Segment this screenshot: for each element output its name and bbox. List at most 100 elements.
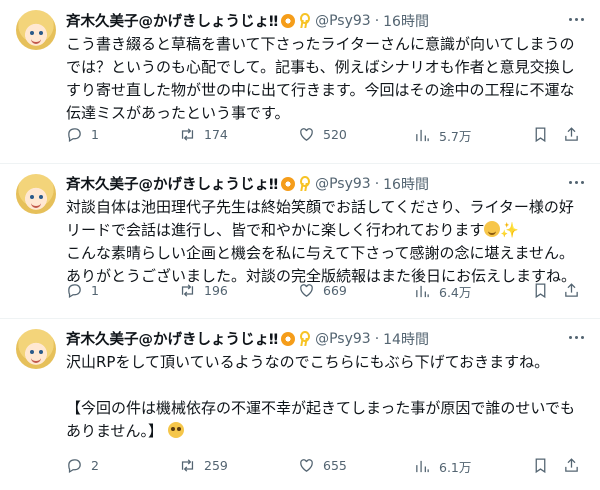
views-button[interactable]: 5.7万: [414, 126, 471, 145]
share-icon: [565, 127, 578, 141]
reply-button[interactable]: 1: [66, 126, 99, 143]
tweet-line: 伝達ミスがあったという事です。: [66, 104, 290, 122]
like-button[interactable]: 520: [298, 126, 347, 143]
avatar[interactable]: [16, 174, 56, 214]
separator-dot: ·: [374, 175, 380, 192]
views-icon: [416, 460, 429, 473]
flower-badge-icon: [281, 331, 296, 346]
user-handle[interactable]: @Psy93: [315, 331, 371, 347]
tweet[interactable]: 斉木久美子@かげきしょうじょ‼ @Psy93 · 16時間 こう書き綴ると草稿を…: [0, 0, 600, 164]
views-button[interactable]: 6.4万: [414, 282, 471, 301]
bookmark-button[interactable]: [532, 457, 549, 474]
flower-badge-icon: [281, 176, 296, 191]
share-button[interactable]: [563, 282, 580, 299]
tweet-actions: 1 196 669 6.4万: [66, 282, 586, 302]
tweet-line: ありません。】: [66, 420, 586, 443]
tweet-line: 沢山RPをして頂いているようなのでこちらにもぶら下げておきますね。: [66, 353, 550, 371]
reply-button[interactable]: 2: [66, 457, 99, 474]
reply-button[interactable]: 1: [66, 282, 99, 299]
tweet-actions: 1 174 520 5.7万: [66, 126, 586, 146]
tweet-line-text: ありません。】: [66, 422, 164, 440]
ribbon-badge-icon: [299, 331, 311, 346]
tweet-text: 沢山RPをして頂いているようなのでこちらにもぶら下げておきますね。 【今回の件は…: [66, 351, 586, 443]
flower-badge-icon: [281, 13, 296, 28]
like-button[interactable]: 655: [298, 457, 347, 474]
tweet-line: こんな素晴らしい企画と機会を私に与えて下さって感謝の念に堪えません。: [66, 244, 575, 262]
reply-count: 1: [91, 127, 99, 142]
timestamp[interactable]: 16時間: [383, 174, 429, 194]
tweet[interactable]: 斉木久美子@かげきしょうじょ‼ @Psy93 · 14時間 沢山RPをして頂いて…: [0, 319, 600, 490]
tweet-line: では？というのも心配でして。記事も、例えばシナリオも作者と意見交換し: [66, 58, 575, 76]
pleading-emoji-icon: [167, 422, 184, 438]
share-icon: [565, 283, 578, 297]
more-icon[interactable]: [566, 9, 586, 29]
views-icon: [416, 129, 429, 142]
like-count: 669: [323, 283, 347, 298]
retweet-button[interactable]: 174: [179, 126, 228, 143]
reply-count: 2: [91, 458, 99, 473]
reply-icon: [68, 128, 81, 143]
tweet-text: 対談自体は池田理代子先生は終始笑顔でお話してくださり、ライター様の好 リードで会…: [66, 196, 586, 288]
reply-icon: [68, 284, 81, 299]
like-count: 520: [323, 127, 347, 142]
share-button[interactable]: [563, 126, 580, 143]
like-button[interactable]: 669: [298, 282, 347, 299]
sparkles-emoji-icon: ✨: [500, 221, 520, 239]
retweet-count: 259: [204, 458, 228, 473]
user-handle[interactable]: @Psy93: [315, 176, 371, 192]
retweet-button[interactable]: 259: [179, 457, 228, 474]
avatar[interactable]: [16, 329, 56, 369]
views-button[interactable]: 6.1万: [414, 457, 471, 476]
more-icon[interactable]: [566, 172, 586, 192]
retweet-icon: [181, 459, 194, 472]
retweet-count: 196: [204, 283, 228, 298]
tweet-line-text: リードで会話は進行し、皆で和やかに楽しく行われております: [66, 221, 485, 239]
retweet-button[interactable]: 196: [179, 282, 228, 299]
bookmark-icon: [535, 458, 546, 474]
heart-icon: [300, 284, 313, 297]
heart-icon: [300, 459, 313, 472]
tweet-line: リードで会話は進行し、皆で和やかに楽しく行われております ✨: [66, 219, 586, 242]
tweet-text: こう書き綴ると草稿を書いて下さったライターさんに意識が向いてしまうの では？とい…: [66, 33, 586, 125]
share-button[interactable]: [563, 457, 580, 474]
like-count: 655: [323, 458, 347, 473]
retweet-icon: [181, 128, 194, 141]
tweet[interactable]: 斉木久美子@かげきしょうじょ‼ @Psy93 · 16時間 対談自体は池田理代子…: [0, 164, 600, 319]
retweet-icon: [181, 284, 194, 297]
separator-dot: ·: [374, 12, 380, 29]
view-count: 5.7万: [439, 129, 472, 144]
display-name[interactable]: 斉木久美子@かげきしょうじょ‼: [66, 173, 278, 194]
bookmark-button[interactable]: [532, 282, 549, 299]
timestamp[interactable]: 14時間: [383, 329, 429, 349]
ribbon-badge-icon: [299, 13, 311, 28]
tweet-line: こう書き綴ると草稿を書いて下さったライターさんに意識が向いてしまうの: [66, 35, 575, 53]
reply-count: 1: [91, 283, 99, 298]
display-name[interactable]: 斉木久美子@かげきしょうじょ‼: [66, 10, 278, 31]
ribbon-badge-icon: [299, 176, 311, 191]
avatar[interactable]: [16, 10, 56, 50]
tweet-header: 斉木久美子@かげきしょうじょ‼ @Psy93 · 16時間: [66, 10, 429, 31]
timestamp[interactable]: 16時間: [383, 11, 429, 31]
tweet-line: すり寄せ直した物が世の中に出て行きます。今回はその途中の工程に不運な: [66, 81, 575, 99]
reply-icon: [68, 459, 81, 474]
display-name[interactable]: 斉木久美子@かげきしょうじょ‼: [66, 328, 278, 349]
retweet-count: 174: [204, 127, 228, 142]
separator-dot: ·: [374, 330, 380, 347]
tweet-actions: 2 259 655 6.1万: [66, 457, 586, 477]
tweet-header: 斉木久美子@かげきしょうじょ‼ @Psy93 · 14時間: [66, 328, 429, 349]
bookmark-icon: [535, 283, 546, 299]
view-count: 6.4万: [439, 285, 472, 300]
bookmark-icon: [535, 127, 546, 143]
more-icon[interactable]: [566, 327, 586, 347]
blush-emoji-icon: [484, 221, 501, 237]
views-icon: [416, 285, 429, 298]
share-icon: [565, 458, 578, 472]
tweet-header: 斉木久美子@かげきしょうじょ‼ @Psy93 · 16時間: [66, 173, 429, 194]
tweet-line: 対談自体は池田理代子先生は終始笑顔でお話してくださり、ライター様の好: [66, 198, 574, 216]
user-handle[interactable]: @Psy93: [315, 13, 371, 29]
bookmark-button[interactable]: [532, 126, 549, 143]
tweet-line: 【今回の件は機械依存の不運不幸が起きてしまった事が原因で誰のせいでも: [66, 399, 575, 417]
view-count: 6.1万: [439, 460, 472, 475]
heart-icon: [300, 128, 313, 141]
